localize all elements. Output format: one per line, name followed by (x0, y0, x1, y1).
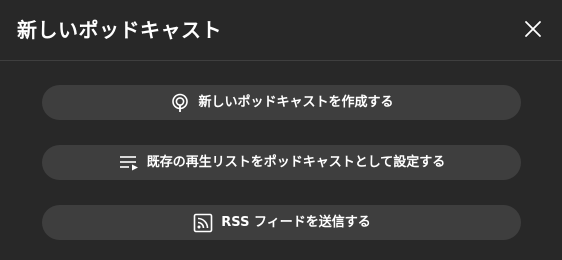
close-icon (525, 21, 541, 37)
create-podcast-button[interactable]: 新しいポッドキャストを作成する (42, 85, 521, 120)
playlist-icon (118, 152, 140, 174)
rss-icon (192, 212, 214, 234)
dialog-title: 新しいポッドキャスト (17, 18, 222, 42)
podcast-icon (169, 92, 191, 114)
submit-rss-feed-button[interactable]: RSS フィードを送信する (42, 205, 521, 240)
set-playlist-as-podcast-button[interactable]: 既存の再生リストをポッドキャストとして設定する (42, 145, 521, 180)
new-podcast-dialog: 新しいポッドキャスト 新しいポッドキャストを作成する 既存の再生リストをポッドキ… (0, 0, 562, 260)
options-list: 新しいポッドキャストを作成する 既存の再生リストをポッドキャストとして設定する (42, 85, 521, 240)
submit-rss-label: RSS フィードを送信する (221, 214, 371, 230)
set-playlist-label: 既存の再生リストをポッドキャストとして設定する (146, 154, 446, 170)
close-button[interactable] (517, 13, 549, 45)
create-podcast-label: 新しいポッドキャストを作成する (198, 94, 394, 110)
dialog-header: 新しいポッドキャスト (0, 0, 562, 61)
